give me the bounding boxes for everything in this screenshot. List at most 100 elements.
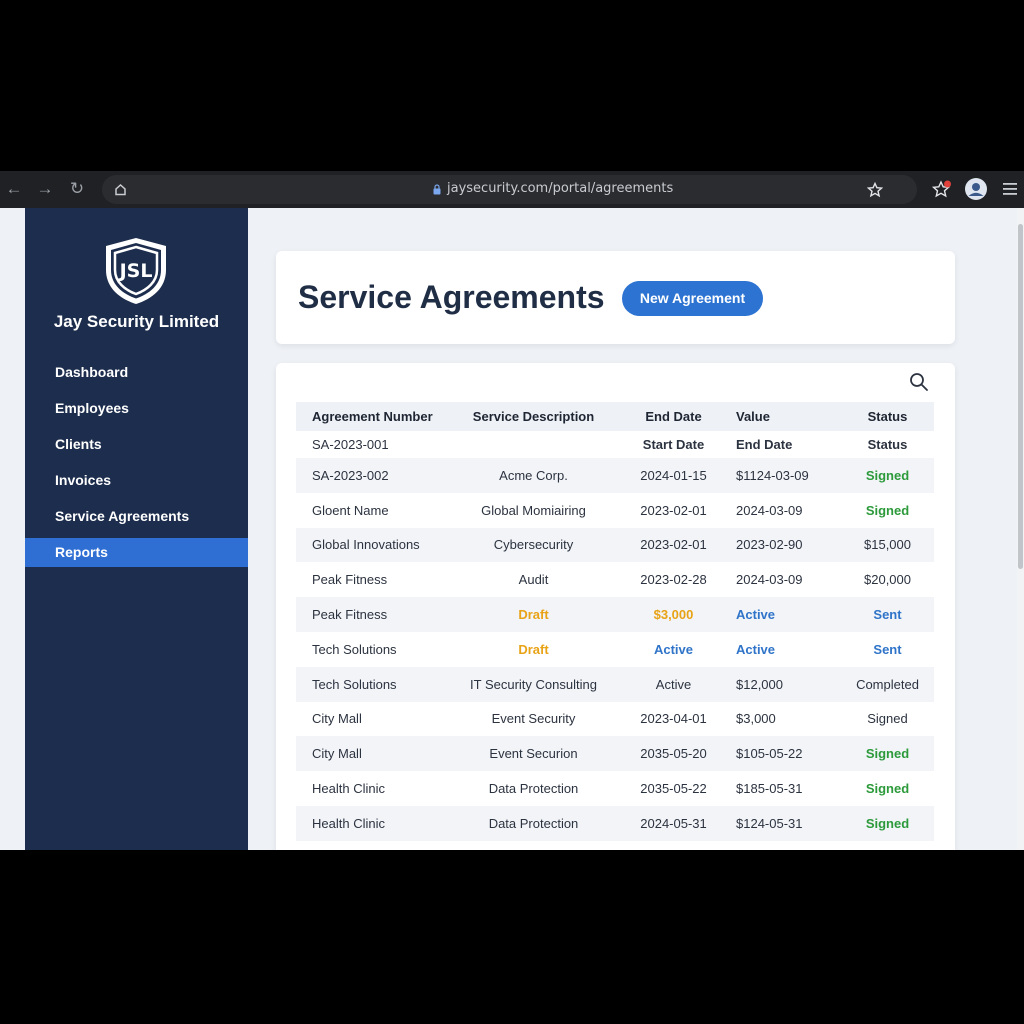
company-logo: JSL xyxy=(103,236,169,306)
table-cell: Data Protection xyxy=(488,781,579,797)
table-cell: Data Protection xyxy=(488,815,579,831)
table-cell: Active xyxy=(655,676,692,692)
sidebar-item-reports[interactable]: Reports xyxy=(25,538,248,567)
page-header: Service Agreements New Agreement xyxy=(276,251,955,344)
column-header[interactable]: End Date xyxy=(621,402,726,431)
table-cell: End Date xyxy=(736,437,793,452)
table-cell: Start Date xyxy=(642,437,705,452)
table-row[interactable]: Global Innovations Cybersecurity 2023-02-0… xyxy=(296,527,934,563)
address-bar[interactable]: jaysecurity.com/portal/agreements xyxy=(102,175,917,204)
table-cell: SA-2023-002 xyxy=(312,467,389,483)
table-cell: Tech Solutions xyxy=(312,641,397,657)
table-cell: 2023-04-01 xyxy=(640,711,707,727)
table-cell: Tech Solutions xyxy=(312,676,397,692)
table-cell: Active xyxy=(653,641,694,657)
table-cell: 2023-02-01 xyxy=(640,502,707,518)
table-cell: Peak Fitness xyxy=(312,572,388,588)
table-cell: 2035-05-22 xyxy=(640,781,707,797)
table-cell: Active xyxy=(736,641,776,657)
table-cell: Cybersecurity xyxy=(493,537,574,553)
status-cell: Signed xyxy=(865,746,910,762)
browser-toolbar: ← → ↻ jaysecurity.com/portal/agreements xyxy=(0,171,1024,208)
extensions-icon[interactable] xyxy=(932,180,952,200)
back-icon[interactable]: ← xyxy=(4,179,24,199)
table-row[interactable]: Tech Solutions Draft Active Active Sent xyxy=(296,631,934,667)
table-cell: $3,000 xyxy=(653,607,694,623)
table-cell: Draft xyxy=(518,641,549,657)
forward-icon[interactable]: → xyxy=(35,179,55,199)
page-title: Service Agreements xyxy=(298,279,605,315)
table-cell: Gloent Name xyxy=(312,502,389,518)
table-cell: Acme Corp. xyxy=(499,467,568,483)
table-cell: 2024-03-09 xyxy=(736,572,803,588)
table-row[interactable]: City Mall Event Security 2023-04-01 $3,000 S… xyxy=(296,701,934,737)
company-name: Jay Security Limited xyxy=(53,312,220,331)
profile-icon[interactable] xyxy=(964,177,988,201)
sidebar: JSL Jay Security Limited Dashboard Emplo… xyxy=(25,208,248,850)
logo-text: JSL xyxy=(118,260,153,282)
star-icon[interactable] xyxy=(867,182,883,198)
table-cell: $105-05-22 xyxy=(736,746,803,762)
lock-icon xyxy=(433,184,441,195)
new-agreement-button[interactable]: New Agreement xyxy=(622,281,763,316)
sidebar-menu: Dashboard Employees Clients Invoices Ser… xyxy=(25,358,248,574)
table-row[interactable]: Tech Solutions IT Security Consulting Acti… xyxy=(296,666,934,702)
table-cell: 2024-05-31 xyxy=(640,815,707,831)
table-cell: City Mall xyxy=(312,746,362,762)
status-cell: Signed xyxy=(865,781,910,797)
table-cell: $124-05-31 xyxy=(736,815,803,831)
table-cell: Audit xyxy=(518,572,549,588)
table-cell: 2024-01-15 xyxy=(640,467,707,483)
table-cell: Draft xyxy=(518,607,549,623)
table-cell: City Mall xyxy=(312,711,362,727)
table-cell: Health Clinic xyxy=(312,815,385,831)
status-cell: Sent xyxy=(873,641,902,657)
table-row[interactable]: Peak Fitness Draft $3,000 Active Sent xyxy=(296,597,934,632)
table-subheader-row: SA-2023-001 Start Date End Date Status xyxy=(296,431,934,458)
table-cell: Global Momiairing xyxy=(481,502,586,518)
reload-icon[interactable]: ↻ xyxy=(67,179,87,199)
table-cell: IT Security Consulting xyxy=(470,676,597,692)
sidebar-item-service-agreements[interactable]: Service Agreements xyxy=(25,502,248,531)
table-cell: Peak Fitness xyxy=(312,607,388,623)
table-cell: 2035-05-20 xyxy=(640,746,707,762)
page-scrollbar[interactable] xyxy=(1017,208,1024,850)
table-cell: 2023-02-28 xyxy=(640,572,707,588)
table-row[interactable]: City Mall Event Securion 2035-05-20 $105-05… xyxy=(296,736,934,772)
table-cell: 2023-02-90 xyxy=(736,537,803,553)
home-icon[interactable] xyxy=(114,183,127,196)
table-cell: $3,000 xyxy=(736,711,776,727)
table-cell: 2024-03-09 xyxy=(736,502,803,518)
agreements-table-card: Agreement Number Service Description End… xyxy=(276,363,955,850)
table-header-row: Agreement Number Service Description End… xyxy=(296,402,934,431)
status-cell: $15,000 xyxy=(864,537,911,553)
menu-icon[interactable] xyxy=(1002,182,1018,196)
table-cell: $12,000 xyxy=(736,676,783,692)
search-icon[interactable] xyxy=(909,372,929,392)
column-header[interactable]: Agreement Number xyxy=(296,402,446,431)
agreements-table: Agreement Number Service Description End… xyxy=(296,402,934,841)
sidebar-item-clients[interactable]: Clients xyxy=(25,430,248,459)
shield-logo-icon: JSL xyxy=(106,238,166,304)
status-cell: Signed xyxy=(865,502,910,518)
column-header[interactable]: Status xyxy=(841,402,934,431)
sidebar-item-invoices[interactable]: Invoices xyxy=(25,466,248,495)
sidebar-item-employees[interactable]: Employees xyxy=(25,394,248,423)
url-text[interactable]: jaysecurity.com/portal/agreements xyxy=(447,181,673,196)
scrollbar-thumb[interactable] xyxy=(1018,224,1023,569)
status-cell: Signed xyxy=(867,711,908,727)
status-cell: Sent xyxy=(873,607,902,623)
table-row[interactable]: SA-2023-002 Acme Corp. 2024-01-15 $1124-03-… xyxy=(296,458,934,493)
table-row[interactable]: Peak Fitness Audit 2023-02-28 2024-03-09 $20… xyxy=(296,562,934,598)
table-cell: Status xyxy=(867,437,908,452)
table-row[interactable]: Gloent Name Global Momiairing 2023-02-01 20… xyxy=(296,492,934,528)
table-cell: Active xyxy=(736,607,776,623)
sidebar-item-dashboard[interactable]: Dashboard xyxy=(25,358,248,387)
table-row[interactable]: Health Clinic Data Protection 2024-05-31 $1… xyxy=(296,805,934,841)
table-cell: Health Clinic xyxy=(312,781,385,797)
status-cell: $20,000 xyxy=(864,572,911,588)
table-cell: Event Securion xyxy=(489,746,578,762)
column-header[interactable]: Service Description xyxy=(446,402,621,431)
column-header[interactable]: Value xyxy=(726,402,841,431)
table-row[interactable]: Health Clinic Data Protection 2035-05-22 $1… xyxy=(296,771,934,806)
